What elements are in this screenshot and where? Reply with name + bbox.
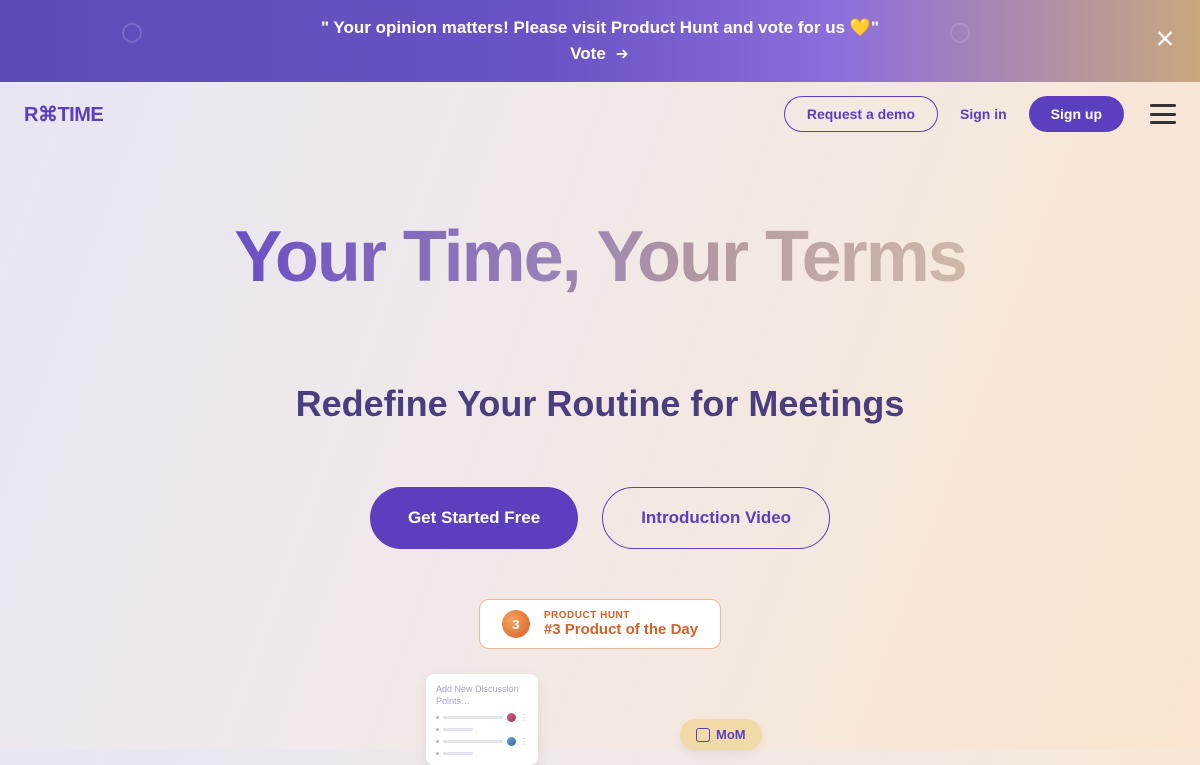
avatar-icon (507, 737, 516, 746)
announcement-bar: " Your opinion matters! Please visit Pro… (0, 0, 1200, 82)
medal-icon: 3 (502, 610, 530, 638)
menu-icon[interactable] (1150, 104, 1176, 124)
vote-label: Vote (570, 44, 606, 64)
header: R⌘TIME Request a demo Sign in Sign up (0, 82, 1200, 146)
sign-in-link[interactable]: Sign in (954, 98, 1013, 130)
announcement-text: " Your opinion matters! Please visit Pro… (24, 18, 1176, 38)
arrow-right-icon (614, 46, 630, 62)
hero-title: Your Time, Your Terms (0, 216, 1200, 298)
ph-label: PRODUCT HUNT (544, 610, 698, 621)
get-started-button[interactable]: Get Started Free (370, 487, 578, 549)
vote-link[interactable]: Vote (570, 44, 630, 64)
discussion-card: Add New Discussion Points… ⋮ ⋮ (426, 674, 538, 765)
discussion-card-title: Add New Discussion Points… (436, 684, 528, 707)
close-icon[interactable] (1154, 28, 1176, 55)
intro-video-button[interactable]: Introduction Video (602, 487, 830, 549)
hero: Your Time, Your Terms Redefine Your Rout… (0, 146, 1200, 754)
avatar-icon (507, 713, 516, 722)
cta-row: Get Started Free Introduction Video (0, 487, 1200, 549)
sign-up-button[interactable]: Sign up (1029, 96, 1124, 132)
product-hunt-badge[interactable]: 3 PRODUCT HUNT #3 Product of the Day (479, 599, 721, 649)
mom-pill[interactable]: MoM (680, 719, 762, 750)
hero-subtitle: Redefine Your Routine for Meetings (0, 383, 1200, 425)
request-demo-button[interactable]: Request a demo (784, 96, 938, 132)
mom-label: MoM (716, 727, 746, 742)
preview-area: Add New Discussion Points… ⋮ ⋮ MoM (0, 674, 1200, 754)
logo[interactable]: R⌘TIME (24, 102, 103, 127)
calendar-icon (696, 728, 710, 742)
ph-title: #3 Product of the Day (544, 621, 698, 638)
